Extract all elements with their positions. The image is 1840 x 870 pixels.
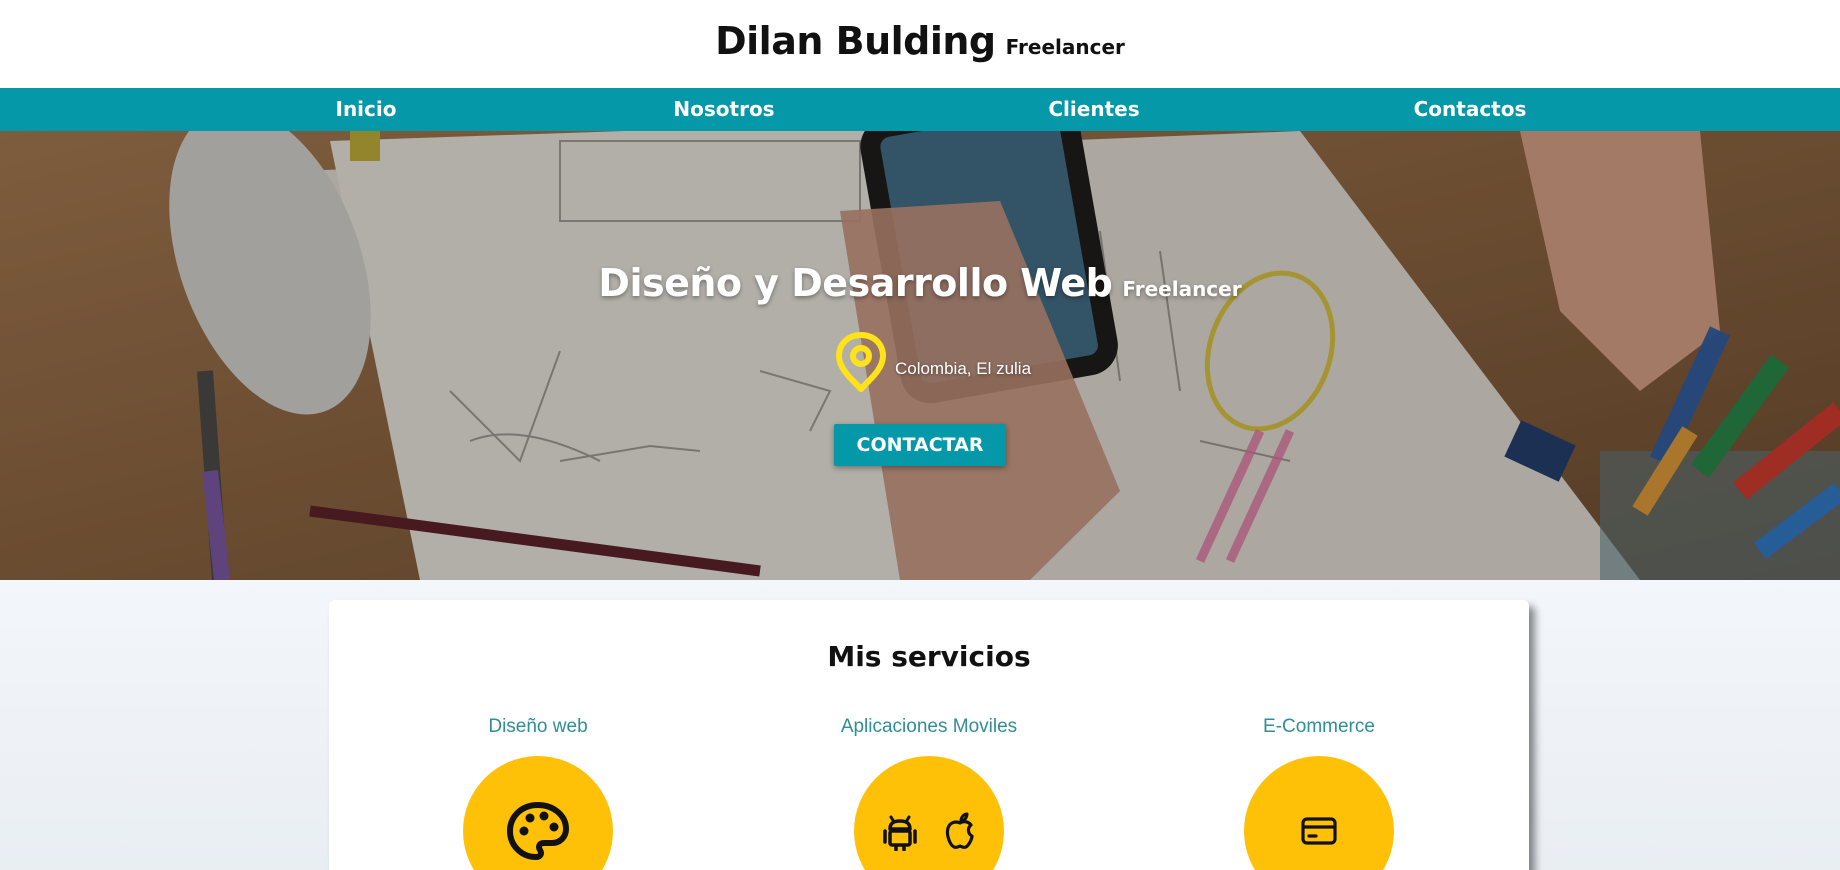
service-label: E-Commerce: [1263, 716, 1375, 737]
service-e-commerce: E-Commerce: [1169, 716, 1469, 870]
nav-item-inicio[interactable]: Inicio: [336, 88, 397, 131]
services-card: Mis servicios Diseño web Aplicaciones Mo…: [329, 600, 1529, 870]
hero-section: Diseño y Desarrollo Web Freelancer Colom…: [0, 131, 1840, 580]
hero-content: Diseño y Desarrollo Web Freelancer Colom…: [0, 131, 1840, 580]
hero-title-row: Diseño y Desarrollo Web Freelancer: [598, 261, 1241, 305]
service-diseno-web: Diseño web: [388, 716, 688, 870]
brand-subtitle: Freelancer: [1005, 35, 1125, 59]
service-circle: [854, 756, 1004, 870]
nav-item-contactos[interactable]: Contactos: [1414, 88, 1527, 131]
service-aplicaciones-moviles: Aplicaciones Moviles: [779, 716, 1079, 870]
contact-button[interactable]: CONTACTAR: [834, 424, 1006, 466]
location-text: Colombia, El zulia: [894, 358, 1032, 378]
brand-name: Dilan Bulding: [715, 19, 996, 63]
palette-icon: [506, 801, 570, 861]
hero-subtitle: Freelancer: [1122, 277, 1242, 301]
brand[interactable]: Dilan Bulding Freelancer: [715, 19, 1125, 63]
main-nav: Inicio Nosotros Clientes Contactos: [0, 88, 1840, 131]
service-label: Aplicaciones Moviles: [840, 716, 1018, 737]
location: Colombia, El zulia: [833, 331, 1031, 398]
apple-icon: [944, 812, 976, 850]
site-header: Dilan Bulding Freelancer: [0, 0, 1840, 88]
map-pin-icon: [833, 331, 889, 398]
services-section: Mis servicios Diseño web Aplicaciones Mo…: [0, 580, 1840, 870]
nav-item-nosotros[interactable]: Nosotros: [673, 88, 774, 131]
services-title: Mis servicios: [827, 640, 1031, 673]
service-label: Diseño web: [488, 716, 588, 737]
credit-card-icon: [1300, 816, 1338, 846]
nav-item-clientes[interactable]: Clientes: [1048, 88, 1139, 131]
service-circle: [1244, 756, 1394, 870]
hero-title: Diseño y Desarrollo Web: [598, 261, 1113, 305]
android-icon: [882, 811, 918, 851]
service-circle: [463, 756, 613, 870]
